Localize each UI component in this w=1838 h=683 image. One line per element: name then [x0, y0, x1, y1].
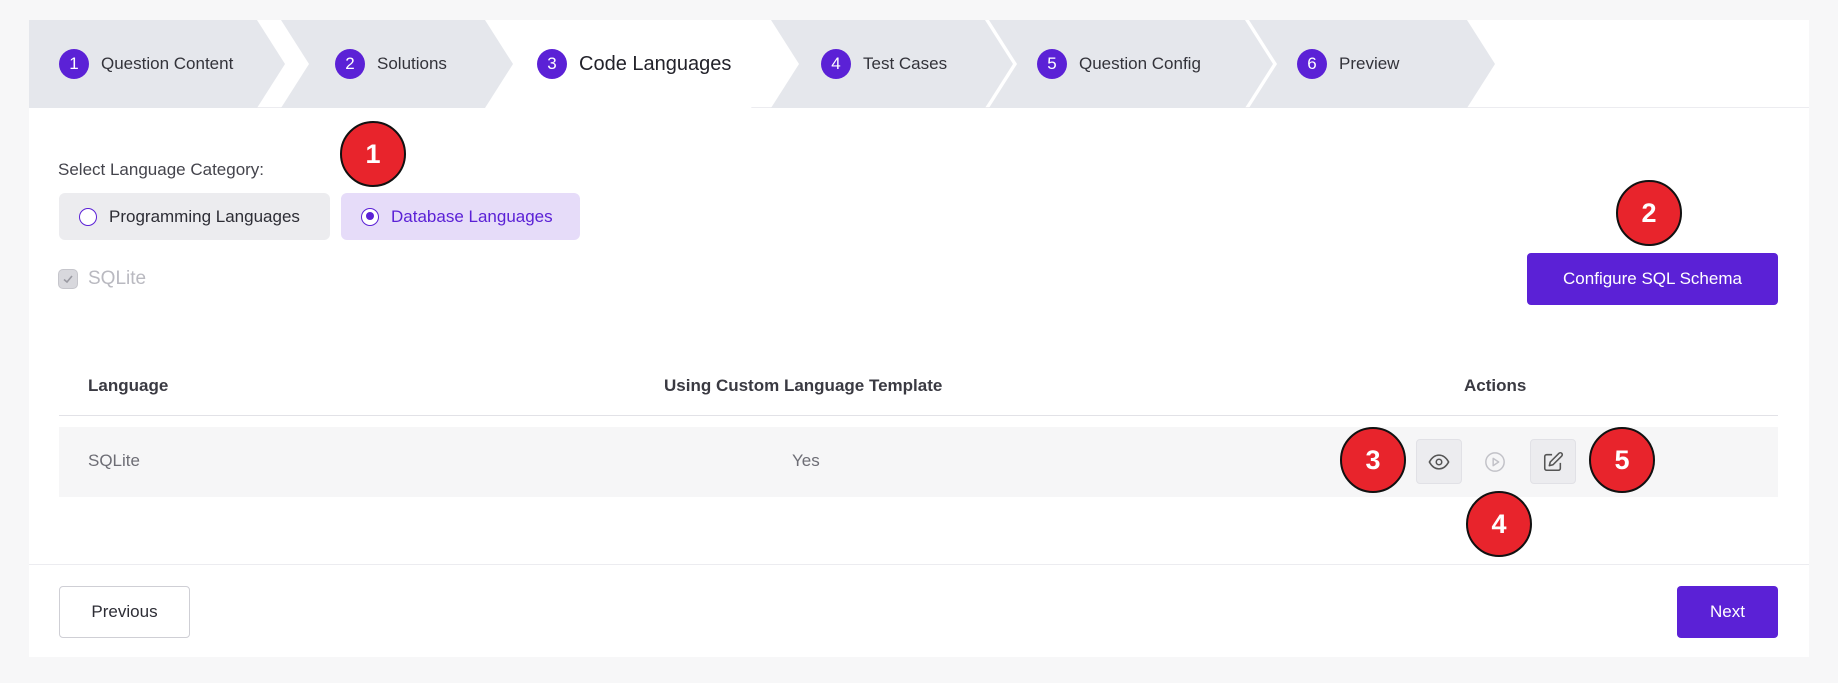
step-test-cases[interactable]: 4 Test Cases	[771, 20, 1013, 108]
previous-button[interactable]: Previous	[59, 586, 190, 638]
step-label: Solutions	[377, 54, 447, 73]
radio-database-languages[interactable]: Database Languages	[341, 193, 580, 240]
radio-label: Database Languages	[391, 206, 553, 226]
step-number: 2	[335, 49, 365, 79]
step-label: Question Config	[1079, 54, 1201, 73]
checkbox-checked-icon	[58, 269, 78, 289]
run-button[interactable]	[1472, 439, 1518, 484]
next-button[interactable]: Next	[1677, 586, 1778, 638]
annotation-marker-5: 5	[1589, 427, 1655, 493]
cell-language: SQLite	[88, 451, 140, 470]
step-label: Test Cases	[863, 54, 948, 73]
step-number: 6	[1297, 49, 1327, 79]
stepper: 1 Question Content 2 Solutions 3 Code La…	[29, 20, 1809, 108]
annotation-marker-1: 1	[340, 121, 406, 187]
step-label: Question Content	[101, 54, 234, 73]
radio-unchecked-icon	[79, 207, 97, 226]
table-divider	[59, 415, 1778, 416]
step-code-languages[interactable]: 3 Code Languages	[485, 20, 779, 108]
play-circle-icon	[1485, 451, 1505, 472]
view-button[interactable]	[1416, 439, 1462, 484]
step-label: Preview	[1339, 54, 1400, 73]
column-header-custom-template: Using Custom Language Template	[664, 376, 943, 395]
radio-checked-icon	[361, 207, 379, 226]
edit-button[interactable]	[1530, 439, 1576, 484]
wizard-card: 1 Question Content 2 Solutions 3 Code La…	[29, 20, 1809, 657]
step-question-content[interactable]: 1 Question Content	[29, 20, 285, 108]
column-header-language: Language	[88, 376, 169, 395]
language-category-label: Select Language Category:	[58, 160, 265, 179]
step-question-config[interactable]: 5 Question Config	[989, 20, 1273, 108]
step-number: 3	[537, 49, 567, 79]
step-number: 1	[59, 49, 89, 79]
edit-icon	[1543, 451, 1563, 471]
eye-icon	[1428, 453, 1450, 470]
table-row	[59, 427, 1778, 497]
annotation-marker-4: 4	[1466, 491, 1532, 557]
annotation-marker-2: 2	[1616, 180, 1682, 246]
cell-custom-template: Yes	[792, 451, 820, 470]
column-header-actions: Actions	[1464, 376, 1527, 395]
checkbox-label: SQLite	[88, 268, 147, 289]
annotation-marker-3: 3	[1340, 427, 1406, 493]
step-number: 4	[821, 49, 851, 79]
step-preview[interactable]: 6 Preview	[1249, 20, 1495, 108]
sqlite-checkbox[interactable]: SQLite	[58, 268, 146, 290]
step-label: Code Languages	[579, 52, 732, 75]
step-number: 5	[1037, 49, 1067, 79]
radio-programming-languages[interactable]: Programming Languages	[59, 193, 330, 240]
footer-divider	[29, 564, 1809, 565]
radio-label: Programming Languages	[109, 206, 300, 226]
configure-sql-schema-button[interactable]: Configure SQL Schema	[1527, 253, 1778, 305]
